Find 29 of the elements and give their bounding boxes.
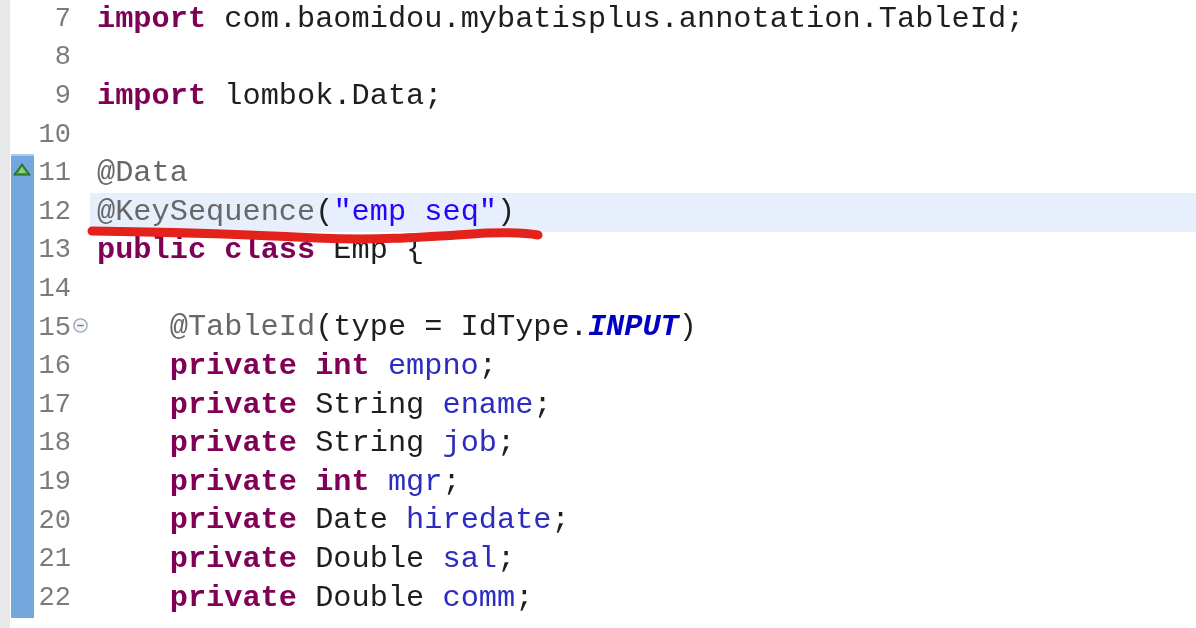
line-number: 17: [38, 391, 71, 419]
code-line: private Double comm;: [169, 581, 534, 615]
code-line: @KeySequence("emp seq"): [97, 195, 516, 229]
line-number: 15: [38, 314, 71, 342]
code-line: private int empno;: [169, 350, 497, 384]
code-line: private String job;: [169, 427, 516, 461]
line-number: 12: [38, 198, 71, 226]
line-number: 16: [38, 353, 71, 381]
code-line: private Double sal;: [169, 542, 516, 577]
minus-circle-icon[interactable]: [73, 317, 88, 333]
line-number: 9: [54, 83, 71, 110]
line-number: 7: [54, 5, 71, 33]
code-line: import lombok.Data;: [97, 79, 443, 114]
line-number: 13: [38, 237, 71, 265]
line-number: 10: [38, 121, 71, 149]
code-line: import com.baomidou.mybatisplus.annotation.TableId;: [97, 2, 1025, 36]
line-number: 14: [38, 275, 71, 303]
code-line: private int mgr;: [169, 465, 461, 500]
code-line: @TableId(type = IdType.INPUT): [169, 311, 697, 345]
line-number: 22: [38, 584, 71, 612]
line-number: 21: [38, 546, 71, 574]
line-number: 18: [38, 430, 71, 458]
line-number: 20: [38, 507, 71, 535]
line-number: 11: [38, 160, 71, 188]
line-number: 8: [54, 44, 71, 72]
code-line: private String ename;: [169, 388, 552, 422]
line-number: 19: [38, 468, 71, 496]
code-line: @Data: [97, 157, 188, 191]
code-line: private Date hiredate;: [169, 504, 570, 538]
